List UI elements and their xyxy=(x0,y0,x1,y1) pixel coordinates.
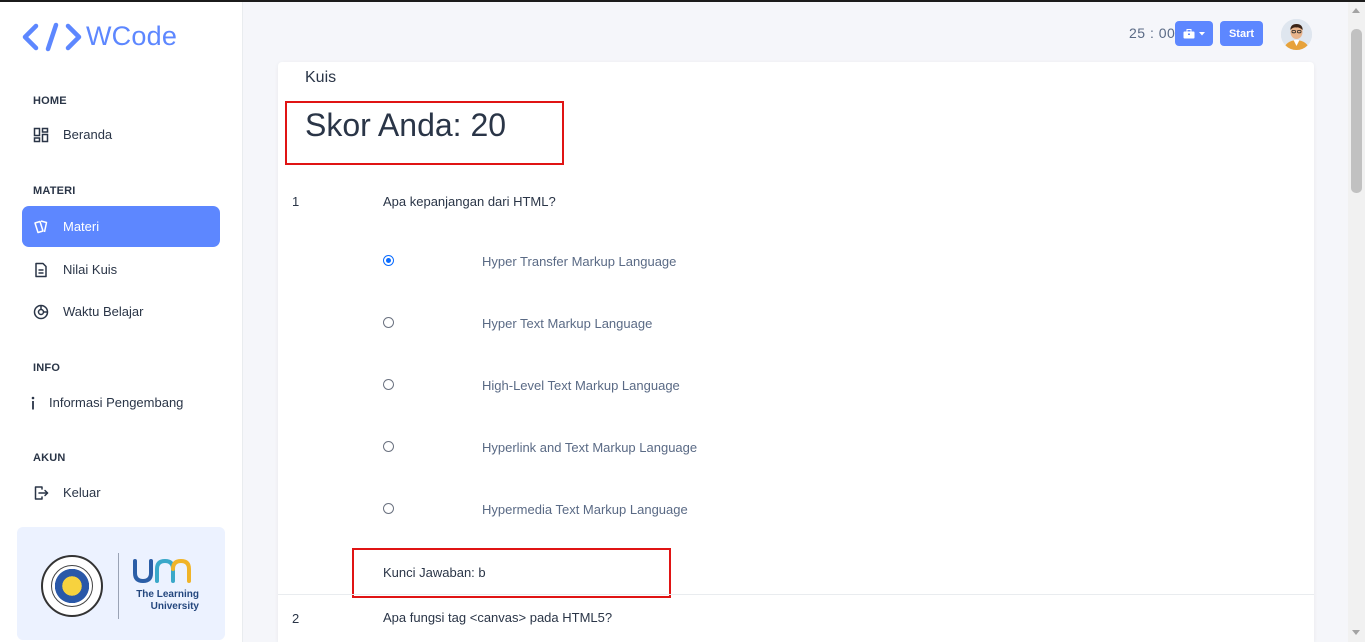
layout-dashboard-icon xyxy=(33,127,49,143)
nav-caption-info: INFO xyxy=(33,362,61,374)
app-name: WCode xyxy=(86,21,178,51)
card-title: Kuis xyxy=(305,69,337,86)
sidebar-item-keluar[interactable]: Keluar xyxy=(22,472,220,513)
user-avatar[interactable] xyxy=(1281,19,1312,50)
partner-divider xyxy=(118,553,119,619)
um-logo xyxy=(133,558,191,584)
option-label-d: Hyperlink and Text Markup Language xyxy=(482,440,698,455)
sidebar-item-label: Materi xyxy=(63,219,100,234)
option-label-e: Hypermedia Text Markup Language xyxy=(482,502,688,517)
sidebar-item-label: Beranda xyxy=(63,127,113,142)
quiz-timer: 25 : 00 xyxy=(1129,25,1176,41)
nav-caption-akun: AKUN xyxy=(33,452,66,464)
briefcase-icon xyxy=(1183,28,1195,38)
code-brackets-icon xyxy=(22,22,82,51)
sidebar-item-waktu-belajar[interactable]: Waktu Belajar xyxy=(22,291,220,332)
option-label-c: High-Level Text Markup Language xyxy=(482,378,680,393)
nav-caption-home: HOME xyxy=(33,95,67,107)
toolbox-dropdown-button[interactable] xyxy=(1175,21,1213,46)
question-text: Apa kepanjangan dari HTML? xyxy=(383,194,556,209)
university-seal-logo xyxy=(41,555,103,617)
scroll-up-arrow-icon[interactable] xyxy=(1352,8,1360,13)
sidebar-item-label: Keluar xyxy=(63,485,101,500)
sidebar-item-label: Nilai Kuis xyxy=(63,262,118,277)
partner-caption: The Learning University xyxy=(136,589,199,612)
question-text: Apa fungsi tag <canvas> pada HTML5? xyxy=(383,610,613,625)
info-icon xyxy=(28,395,38,411)
caret-down-icon xyxy=(1199,31,1205,35)
nav-caption-materi: MATERI xyxy=(33,185,76,197)
quiz-card: Kuis Skor Anda: 20 1 Apa kepanjangan dar… xyxy=(278,62,1314,642)
app-logo[interactable]: WCode xyxy=(22,21,177,52)
score-highlight-box xyxy=(285,101,564,165)
logout-icon xyxy=(33,485,49,501)
option-radio-a[interactable] xyxy=(383,255,394,266)
chart-donut-icon xyxy=(33,304,49,320)
sidebar-item-label: Waktu Belajar xyxy=(63,304,144,319)
scrollbar-thumb[interactable] xyxy=(1351,29,1362,193)
answer-key-highlight-box xyxy=(352,548,671,598)
partner-banner: The Learning University xyxy=(17,527,225,640)
sidebar-item-informasi-pengembang[interactable]: Informasi Pengembang xyxy=(22,382,220,423)
start-button[interactable]: Start xyxy=(1220,21,1263,46)
question-number: 2 xyxy=(292,611,300,626)
option-radio-d[interactable] xyxy=(383,441,394,452)
option-radio-b[interactable] xyxy=(383,317,394,328)
option-label-a: Hyper Transfer Markup Language xyxy=(482,254,677,269)
sidebar: WCode HOME Beranda MATERI Materi Nilai K… xyxy=(0,2,243,642)
sidebar-item-label: Informasi Pengembang xyxy=(49,395,184,410)
option-label-b: Hyper Text Markup Language xyxy=(482,316,653,331)
cards-icon xyxy=(33,219,49,235)
file-text-icon xyxy=(33,262,49,278)
scroll-down-arrow-icon[interactable] xyxy=(1352,630,1360,635)
sidebar-item-beranda[interactable]: Beranda xyxy=(22,114,220,155)
sidebar-item-materi[interactable]: Materi xyxy=(22,206,220,247)
question-number: 1 xyxy=(292,194,300,209)
sidebar-item-nilai-kuis[interactable]: Nilai Kuis xyxy=(22,249,220,290)
row-divider xyxy=(278,594,1314,595)
option-radio-c[interactable] xyxy=(383,379,394,390)
option-radio-e[interactable] xyxy=(383,503,394,514)
